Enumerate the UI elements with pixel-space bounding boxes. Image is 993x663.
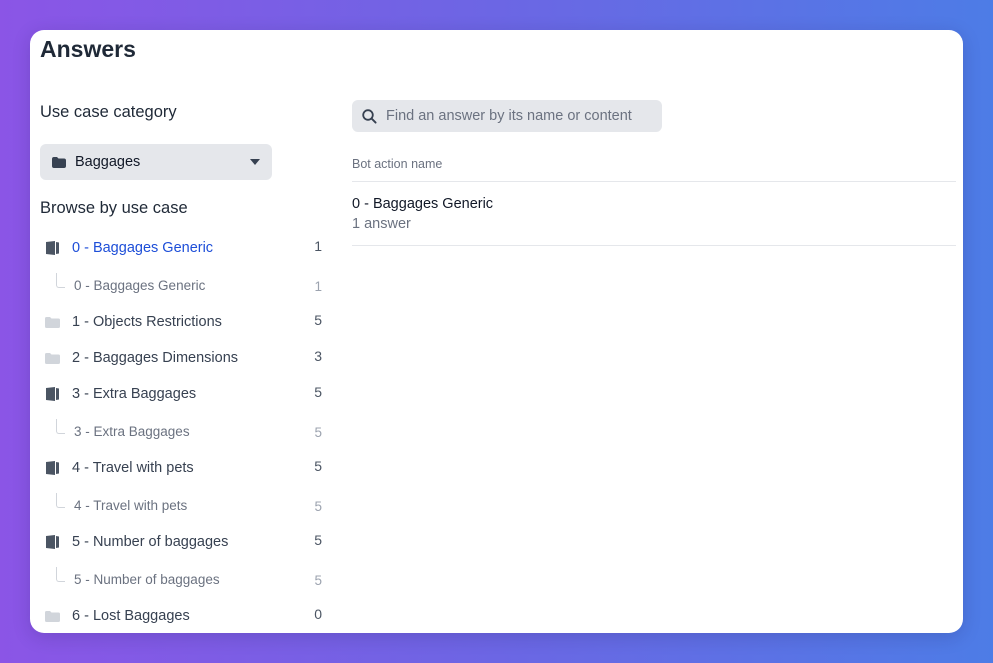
use-case-item[interactable]: 1 - Objects Restrictions 5 (40, 304, 322, 340)
use-case-sub-label: 5 - Number of baggages (74, 571, 220, 587)
use-case-label: 3 - Extra Baggages (72, 386, 197, 402)
tree-connector-icon (52, 272, 68, 293)
column-header-bot-action-name: Bot action name (352, 157, 443, 171)
use-case-subitem[interactable]: 3 - Extra Baggages 5 (40, 413, 322, 449)
category-select-value: Baggages (75, 154, 141, 170)
use-case-item[interactable]: 3 - Extra Baggages 5 (40, 376, 322, 412)
use-case-count: 0 (314, 606, 322, 622)
use-case-label: 0 - Baggages Generic (72, 240, 214, 256)
use-case-sub-count: 5 (314, 498, 322, 514)
use-case-label: 4 - Travel with pets (72, 460, 194, 476)
use-case-label: 2 - Baggages Dimensions (72, 350, 239, 366)
folder-icon (44, 608, 60, 624)
use-case-sub-label: 3 - Extra Baggages (74, 423, 190, 439)
book-icon (44, 386, 60, 402)
page-title: Answers (40, 36, 136, 62)
answer-name: 0 - Baggages Generic (352, 196, 494, 212)
tree-connector-icon (52, 492, 68, 513)
search-input[interactable] (386, 108, 656, 124)
use-case-label: 5 - Number of baggages (72, 534, 229, 550)
category-select[interactable]: Baggages (40, 144, 272, 180)
book-icon (44, 534, 60, 550)
use-case-item[interactable]: 6 - Lost Baggages 0 (40, 598, 322, 633)
folder-icon (44, 350, 60, 366)
answer-row[interactable]: 0 - Baggages Generic 1 answer (352, 182, 956, 245)
use-case-sub-label: 4 - Travel with pets (74, 497, 188, 513)
use-case-count: 5 (314, 458, 322, 474)
use-case-count: 5 (314, 312, 322, 328)
use-case-sub-count: 1 (314, 278, 322, 294)
use-case-category-label: Use case category (40, 103, 177, 121)
use-case-subitem[interactable]: 5 - Number of baggages 5 (40, 561, 322, 597)
tree-connector-icon (52, 566, 68, 587)
book-icon (44, 460, 60, 476)
use-case-count: 5 (314, 532, 322, 548)
folder-icon (44, 314, 60, 330)
book-icon (44, 240, 60, 256)
use-case-count: 5 (314, 384, 322, 400)
answers-window: Answers Use case category Baggages Brows… (30, 30, 963, 633)
use-case-sub-count: 5 (314, 424, 322, 440)
search-icon (362, 108, 377, 124)
use-case-item[interactable]: 0 - Baggages Generic 1 (40, 230, 322, 266)
use-case-item[interactable]: 4 - Travel with pets 5 (40, 450, 322, 486)
folder-icon (52, 156, 66, 168)
use-case-sub-count: 5 (314, 572, 322, 588)
browse-by-use-case-label: Browse by use case (40, 199, 188, 217)
use-case-sub-label: 0 - Baggages Generic (74, 277, 206, 293)
tree-connector-icon (52, 418, 68, 439)
use-case-label: 1 - Objects Restrictions (72, 314, 222, 330)
answer-search[interactable] (352, 100, 662, 132)
use-case-item[interactable]: 2 - Baggages Dimensions 3 (40, 340, 322, 376)
use-case-label: 6 - Lost Baggages (72, 608, 190, 624)
row-divider (352, 245, 956, 246)
use-case-count: 1 (314, 238, 322, 254)
use-case-count: 3 (314, 348, 322, 364)
answer-count: 1 answer (352, 216, 411, 232)
use-case-subitem[interactable]: 4 - Travel with pets 5 (40, 487, 322, 523)
chevron-down-icon (250, 159, 260, 165)
use-case-subitem[interactable]: 0 - Baggages Generic 1 (40, 267, 322, 303)
use-case-item[interactable]: 5 - Number of baggages 5 (40, 524, 322, 560)
